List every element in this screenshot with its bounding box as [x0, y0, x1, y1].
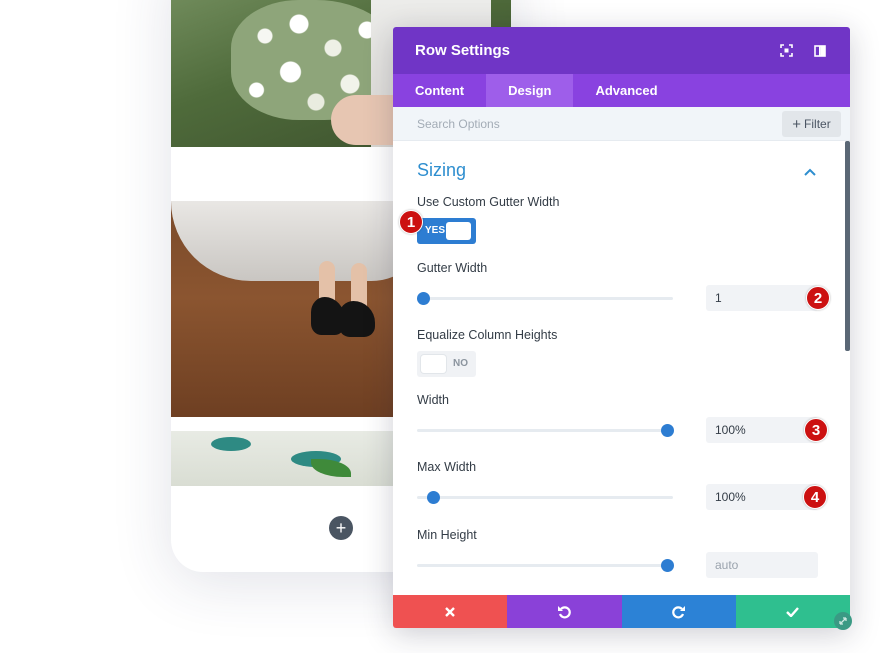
cancel-button[interactable]: [393, 595, 508, 628]
equalize-heights-label: Equalize Column Heights: [417, 328, 558, 342]
step-badge-2: 2: [806, 286, 830, 310]
tab-bar: Content Design Advanced: [393, 74, 850, 107]
settings-content: Sizing Use Custom Gutter Width YES 1 Gut…: [393, 141, 850, 628]
max-width-input[interactable]: 100%: [706, 484, 818, 510]
cancel-icon: [445, 606, 455, 617]
filter-label: Filter: [804, 117, 831, 131]
max-width-label: Max Width: [417, 460, 477, 474]
toggle-state: NO: [453, 358, 468, 369]
row-settings-modal: Row Settings Content Design Advanced +Fi…: [393, 27, 850, 628]
save-check-icon: [786, 606, 800, 617]
scrollbar[interactable]: [845, 141, 850, 351]
chevron-up-icon[interactable]: [804, 163, 818, 177]
resize-handle[interactable]: [834, 612, 852, 630]
gutter-width-slider-thumb[interactable]: [417, 292, 430, 305]
custom-gutter-label: Use Custom Gutter Width: [417, 195, 560, 209]
equalize-heights-toggle[interactable]: NO: [417, 351, 476, 377]
option-max-width: Max Width 100% 4: [417, 460, 827, 528]
option-gutter-width: Gutter Width 1 2: [417, 261, 830, 328]
step-badge-4: 4: [803, 485, 827, 509]
resize-icon: [839, 617, 847, 625]
redo-button[interactable]: [621, 595, 736, 628]
max-width-slider[interactable]: [417, 496, 673, 499]
modal-title: Row Settings: [415, 42, 511, 59]
filter-button[interactable]: + Filter: [782, 111, 841, 137]
min-height-label: Min Height: [417, 528, 477, 542]
save-button[interactable]: [735, 595, 850, 628]
option-custom-gutter: Use Custom Gutter Width YES 1: [399, 195, 826, 261]
toggle-state: YES: [425, 225, 446, 236]
tab-content[interactable]: Content: [393, 74, 486, 107]
modal-footer: [393, 595, 850, 628]
add-module-button[interactable]: +: [329, 516, 353, 540]
width-slider[interactable]: [417, 429, 673, 432]
sidebar-layout-icon[interactable]: [812, 43, 828, 59]
undo-icon: [558, 605, 572, 618]
width-input[interactable]: 100%: [706, 417, 818, 443]
section-title: Sizing: [417, 159, 467, 180]
tab-advanced[interactable]: Advanced: [573, 74, 679, 107]
modal-header: Row Settings: [393, 27, 850, 74]
max-width-slider-thumb[interactable]: [427, 491, 440, 504]
plus-icon: +: [792, 116, 802, 133]
search-input[interactable]: [393, 107, 773, 140]
fullscreen-icon[interactable]: [778, 43, 794, 59]
redo-icon: [671, 605, 685, 618]
option-equalize-heights: Equalize Column Heights NO: [417, 328, 826, 393]
min-height-slider-thumb[interactable]: [661, 559, 674, 572]
gutter-width-label: Gutter Width: [417, 261, 488, 275]
search-bar: +Filter: [393, 107, 850, 141]
min-height-slider[interactable]: [417, 564, 673, 567]
tab-design[interactable]: Design: [486, 74, 574, 107]
gutter-width-input[interactable]: 1: [706, 285, 818, 311]
option-min-height: Min Height auto: [417, 528, 826, 588]
step-badge-3: 3: [804, 418, 828, 442]
step-badge-1: 1: [399, 210, 423, 234]
section-sizing-header[interactable]: Sizing: [417, 141, 826, 195]
custom-gutter-toggle[interactable]: YES: [417, 218, 476, 244]
width-slider-thumb[interactable]: [661, 424, 674, 437]
min-height-input[interactable]: auto: [706, 552, 818, 578]
undo-button[interactable]: [507, 595, 622, 628]
width-label: Width: [417, 393, 449, 407]
gutter-width-slider[interactable]: [417, 297, 673, 300]
option-width: Width 100% 3: [417, 393, 828, 460]
